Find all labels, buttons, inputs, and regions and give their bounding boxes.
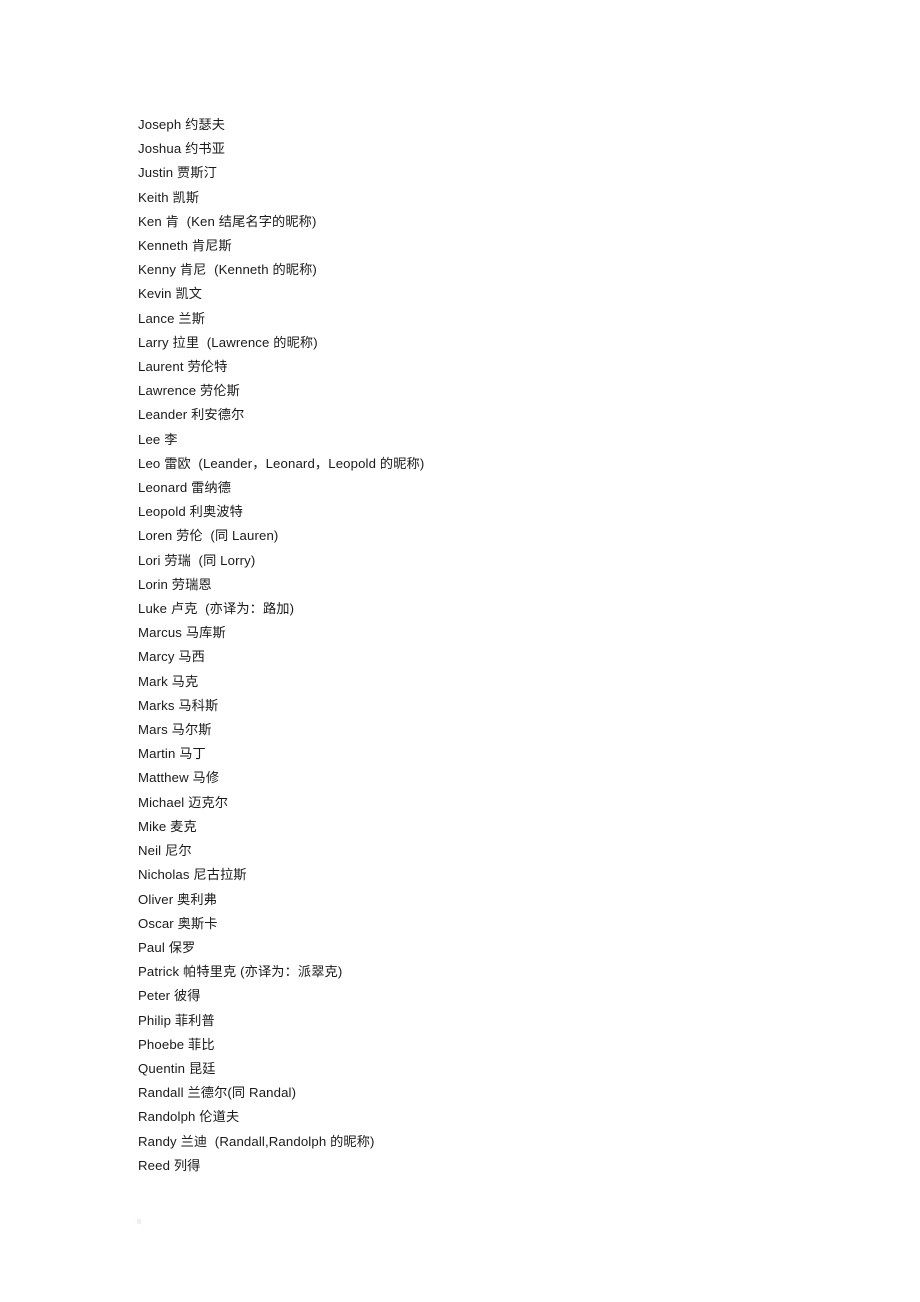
name-entry: Joseph 约瑟夫 — [138, 117, 226, 132]
name-entry: Mike 麦克 — [138, 818, 197, 834]
document-page: Joseph 约瑟夫 Joshua 约书亚 Justin 贾斯汀 Keith 凯斯 Ke… — [0, 0, 920, 1302]
name-entry: Leo 雷欧 (Leander，Leonard，Leopold 的昵称) — [138, 455, 425, 471]
name-entry: Neil 尼尔 — [138, 843, 192, 859]
name-entry: Leonard 雷纳德 — [138, 480, 232, 496]
name-entry: Michael 迈克尔 — [138, 794, 229, 810]
name-entry: Quentin 昆廷 — [138, 1060, 216, 1076]
name-entry: Oscar 奥斯卡 — [138, 915, 218, 931]
name-entry: Nicholas 尼古拉斯 — [138, 867, 247, 883]
name-entry: Reed 列得 — [138, 1157, 201, 1173]
name-entry: Larry 拉里 (Lawrence 的昵称) — [138, 334, 318, 350]
name-entry-list: Joseph 约瑟夫 Joshua 约书亚 Justin 贾斯汀 Keith 凯斯 Ke… — [138, 113, 858, 1178]
page-artifact-mark — [137, 1219, 141, 1224]
name-entry: Keith 凯斯 — [138, 189, 200, 205]
name-entry: Oliver 奥利弗 — [138, 891, 217, 907]
name-entry: Mars 马尔斯 — [138, 722, 212, 738]
name-entry: Peter 彼得 — [138, 988, 201, 1004]
name-entry: Laurent 劳伦特 — [138, 359, 228, 375]
name-entry: Kenneth 肯尼斯 — [138, 238, 232, 254]
name-entry: Mark 马克 — [138, 673, 199, 689]
name-entry: Ken 肯 (Ken 结尾名字的昵称) — [138, 213, 317, 229]
name-entry: Lorin 劳瑞恩 — [138, 576, 212, 592]
name-entry: Phoebe 菲比 — [138, 1036, 215, 1052]
name-entry: Joshua 约书亚 — [138, 141, 226, 157]
name-entry: Paul 保罗 — [138, 939, 196, 955]
name-entry: Philip 菲利普 — [138, 1012, 215, 1028]
name-entry: Randy 兰迪 (Randall,Randolph 的昵称) — [138, 1133, 375, 1149]
name-entry: Marcus 马库斯 — [138, 625, 226, 641]
name-entry: Leander 利安德尔 — [138, 407, 245, 423]
name-entry: Leopold 利奥波特 — [138, 504, 243, 520]
name-entry: Luke 卢克 (亦译为：路加) — [138, 601, 295, 617]
name-entry: Lance 兰斯 — [138, 310, 206, 326]
name-entry: Patrick 帕特里克 (亦译为：派翠克) — [138, 964, 343, 980]
name-entry: Marks 马科斯 — [138, 697, 219, 713]
name-entry: Matthew 马修 — [138, 770, 220, 786]
name-entry: Martin 马丁 — [138, 746, 206, 762]
name-entry: Kevin 凯文 — [138, 286, 203, 302]
name-entry: Loren 劳伦 (同 Lauren) — [138, 528, 279, 544]
name-entry: Randolph 伦道夫 — [138, 1109, 240, 1125]
name-entry: Randall 兰德尔(同 Randal) — [138, 1085, 297, 1101]
name-entry: Lori 劳瑞 (同 Lorry) — [138, 552, 256, 568]
name-entry: Lee 李 — [138, 431, 178, 447]
name-entry: Lawrence 劳伦斯 — [138, 383, 240, 399]
name-entry: Kenny 肯尼 (Kenneth 的昵称) — [138, 262, 317, 278]
name-entry: Marcy 马西 — [138, 649, 205, 665]
name-entry: Justin 贾斯汀 — [138, 165, 217, 181]
